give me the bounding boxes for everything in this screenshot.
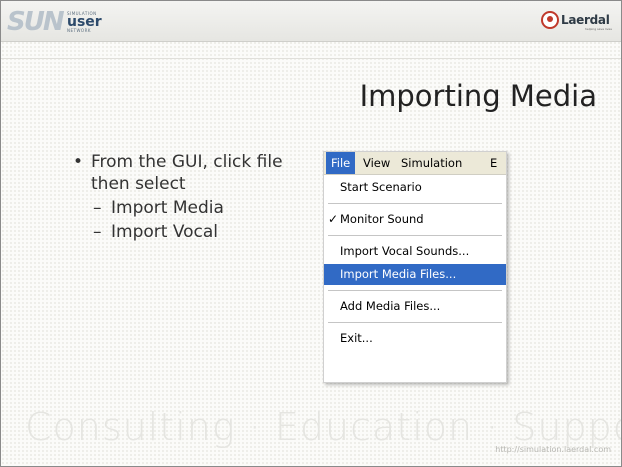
bullet-main: From the GUI, click file then select	[73, 151, 313, 195]
sun-logo-text: SIMULATION user NETWORK	[67, 11, 127, 33]
menu-item-import-media-files[interactable]: Import Media Files...	[324, 264, 506, 285]
sub-bullet: – Import Vocal	[93, 222, 219, 242]
footer-tagline: Consulting · Education · Support	[25, 405, 622, 449]
menu-separator	[328, 203, 502, 204]
menubar: File View Simulation E	[324, 152, 506, 175]
menu-item-start-scenario[interactable]: Start Scenario	[324, 177, 506, 198]
file-dropdown: Start Scenario ✓ Monitor Sound Import Voc…	[324, 175, 506, 351]
menu-simulation[interactable]: Simulation	[396, 152, 467, 174]
sub-bullet: – Import Media	[93, 198, 224, 218]
menu-separator	[328, 322, 502, 323]
slide-title: Importing Media	[359, 79, 597, 113]
sub-bullet-text: Import Media	[111, 198, 224, 218]
checkmark-icon: ✓	[328, 212, 339, 226]
laerdal-tagline: helping save lives	[585, 27, 612, 31]
menu-item-label: Monitor Sound	[340, 212, 424, 226]
menu-file[interactable]: File	[326, 152, 356, 174]
menu-item-monitor-sound[interactable]: ✓ Monitor Sound	[324, 209, 506, 230]
menu-item-exit[interactable]: Exit...	[324, 328, 506, 349]
header-divider	[1, 58, 621, 59]
menu-separator	[328, 290, 502, 291]
slide: SUN SIMULATION user NETWORK Laerdal help…	[0, 0, 622, 467]
menu-edit[interactable]: E	[485, 152, 502, 174]
bullet-list: From the GUI, click file then select –Im…	[73, 151, 313, 243]
laerdal-logo-icon	[541, 11, 559, 29]
menu-item-import-vocal-sounds[interactable]: Import Vocal Sounds...	[324, 241, 506, 262]
header-bar: SUN SIMULATION user NETWORK Laerdal help…	[1, 1, 621, 42]
sub-bullet-text: Import Vocal	[111, 222, 219, 242]
footer-url: http://simulation.laerdal.com	[495, 445, 611, 454]
menu-item-add-media-files[interactable]: Add Media Files...	[324, 296, 506, 317]
laerdal-logo: Laerdal helping save lives	[541, 9, 613, 35]
menu-view[interactable]: View	[358, 152, 395, 174]
sun-logo-letters: SUN	[7, 7, 65, 37]
file-menu-screenshot: File View Simulation E Start Scenario ✓ M…	[323, 151, 507, 383]
laerdal-logo-text: Laerdal	[561, 13, 610, 27]
sun-logo-user: user	[67, 14, 102, 30]
menu-separator	[328, 235, 502, 236]
